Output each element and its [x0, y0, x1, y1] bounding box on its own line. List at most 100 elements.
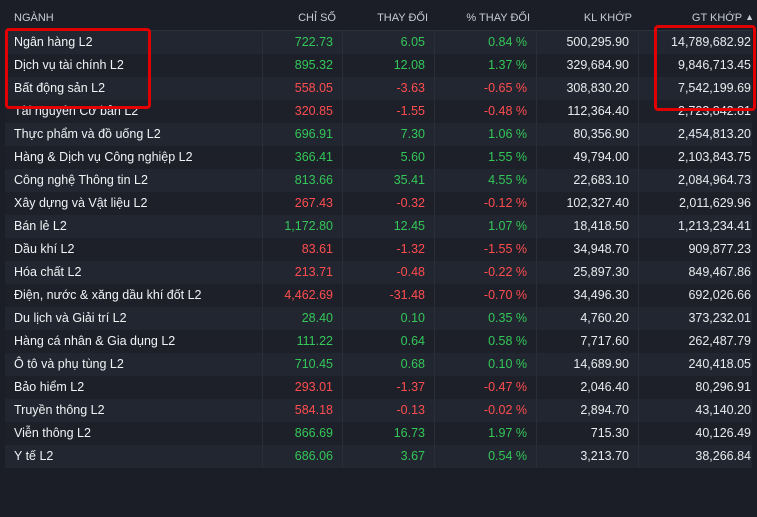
- cell-change: -0.48: [342, 261, 434, 284]
- cell-volume: 4,760.20: [536, 307, 638, 330]
- cell-volume: 25,897.30: [536, 261, 638, 284]
- cell-value: 40,126.49: [638, 422, 757, 445]
- cell-change: -0.13: [342, 399, 434, 422]
- table-row[interactable]: Bất động sản L2 558.05 -3.63 -0.65 % 308,830…: [5, 77, 752, 100]
- column-header-pct-change[interactable]: % THAY ĐỔI: [434, 12, 536, 24]
- cell-value: 14,789,682.92: [638, 31, 757, 54]
- cell-pct-change: -0.02 %: [434, 399, 536, 422]
- cell-value: 2,723,842.81: [638, 100, 757, 123]
- table-row[interactable]: Tài nguyên Cơ bản L2 320.85 -1.55 -0.48 % 11…: [5, 100, 752, 123]
- table-row[interactable]: Truyền thông L2 584.18 -0.13 -0.02 % 2,894.7…: [5, 399, 752, 422]
- cell-pct-change: 0.35 %: [434, 307, 536, 330]
- cell-index: 722.73: [262, 31, 342, 54]
- table-row[interactable]: Hóa chất L2 213.71 -0.48 -0.22 % 25,897.30 84…: [5, 261, 752, 284]
- cell-value: 373,232.01: [638, 307, 757, 330]
- cell-change: -31.48: [342, 284, 434, 307]
- column-header-sector[interactable]: NGÀNH: [5, 12, 262, 24]
- cell-volume: 2,894.70: [536, 399, 638, 422]
- cell-index: 83.61: [262, 238, 342, 261]
- cell-sector: Hàng & Dịch vụ Công nghiệp L2: [14, 150, 193, 164]
- cell-sector: Hàng cá nhân & Gia dụng L2: [14, 334, 176, 348]
- cell-change: 6.05: [342, 31, 434, 54]
- cell-value: 1,213,234.41: [638, 215, 757, 238]
- cell-pct-change: 1.55 %: [434, 146, 536, 169]
- cell-volume: 329,684.90: [536, 54, 638, 77]
- table-row[interactable]: Hàng & Dịch vụ Công nghiệp L2 366.41 5.60 1…: [5, 146, 752, 169]
- cell-sector: Thực phẩm và đồ uống L2: [14, 127, 161, 141]
- cell-sector: Dầu khí L2: [14, 242, 75, 256]
- cell-value: 240,418.05: [638, 353, 757, 376]
- cell-change: -1.37: [342, 376, 434, 399]
- cell-sector: Xây dựng và Vật liệu L2: [14, 196, 148, 210]
- table-row[interactable]: Công nghệ Thông tin L2 813.66 35.41 4.55 % 2…: [5, 169, 752, 192]
- cell-volume: 22,683.10: [536, 169, 638, 192]
- table-row[interactable]: Du lịch và Giải trí L2 28.40 0.10 0.35 % 4,7…: [5, 307, 752, 330]
- cell-pct-change: 0.54 %: [434, 445, 536, 468]
- cell-change: 12.45: [342, 215, 434, 238]
- cell-value: 2,084,964.73: [638, 169, 757, 192]
- cell-index: 320.85: [262, 100, 342, 123]
- cell-value: 9,846,713.45: [638, 54, 757, 77]
- cell-volume: 715.30: [536, 422, 638, 445]
- cell-index: 366.41: [262, 146, 342, 169]
- cell-value: 849,467.86: [638, 261, 757, 284]
- cell-volume: 18,418.50: [536, 215, 638, 238]
- cell-pct-change: -0.22 %: [434, 261, 536, 284]
- cell-volume: 7,717.60: [536, 330, 638, 353]
- cell-index: 267.43: [262, 192, 342, 215]
- table-row[interactable]: Viễn thông L2 866.69 16.73 1.97 % 715.30 40,1…: [5, 422, 752, 445]
- sort-icon[interactable]: ▲: [745, 12, 754, 22]
- cell-change: -3.63: [342, 77, 434, 100]
- cell-change: 16.73: [342, 422, 434, 445]
- table-row[interactable]: Hàng cá nhân & Gia dụng L2 111.22 0.64 0.58…: [5, 330, 752, 353]
- cell-index: 1,172.80: [262, 215, 342, 238]
- cell-sector: Điện, nước & xăng dầu khí đốt L2: [14, 288, 202, 302]
- table-row[interactable]: Y tế L2 686.06 3.67 0.54 % 3,213.70 38,266.84: [5, 445, 752, 468]
- cell-pct-change: -0.65 %: [434, 77, 536, 100]
- cell-value: 262,487.79: [638, 330, 757, 353]
- cell-index: 686.06: [262, 445, 342, 468]
- cell-sector: Tài nguyên Cơ bản L2: [14, 104, 139, 118]
- table-row[interactable]: Ô tô và phụ tùng L2 710.45 0.68 0.10 % 14,68…: [5, 353, 752, 376]
- cell-sector: Y tế L2: [14, 449, 54, 463]
- cell-value: 43,140.20: [638, 399, 757, 422]
- table-row[interactable]: Điện, nước & xăng dầu khí đốt L2 4,462.69…: [5, 284, 752, 307]
- cell-index: 28.40: [262, 307, 342, 330]
- table-row[interactable]: Bán lẻ L2 1,172.80 12.45 1.07 % 18,418.50 1,2…: [5, 215, 752, 238]
- table-row[interactable]: Dầu khí L2 83.61 -1.32 -1.55 % 34,948.70 909,…: [5, 238, 752, 261]
- table-row[interactable]: Xây dựng và Vật liệu L2 267.43 -0.32 -0.12 …: [5, 192, 752, 215]
- cell-index: 558.05: [262, 77, 342, 100]
- cell-sector: Ngân hàng L2: [14, 35, 93, 49]
- cell-pct-change: 1.07 %: [434, 215, 536, 238]
- cell-value: 2,011,629.96: [638, 192, 757, 215]
- cell-value: 38,266.84: [638, 445, 757, 468]
- cell-volume: 49,794.00: [536, 146, 638, 169]
- table-row[interactable]: Dịch vụ tài chính L2 895.32 12.08 1.37 % 329…: [5, 54, 752, 77]
- cell-pct-change: -0.70 %: [434, 284, 536, 307]
- cell-index: 4,462.69: [262, 284, 342, 307]
- cell-index: 584.18: [262, 399, 342, 422]
- cell-value: 80,296.91: [638, 376, 757, 399]
- table-row[interactable]: Ngân hàng L2 722.73 6.05 0.84 % 500,295.90 14…: [5, 31, 752, 54]
- cell-volume: 80,356.90: [536, 123, 638, 146]
- column-header-value-label: GT KHỚP: [691, 11, 743, 24]
- cell-volume: 34,948.70: [536, 238, 638, 261]
- cell-value: 692,026.66: [638, 284, 757, 307]
- cell-sector: Du lịch và Giải trí L2: [14, 311, 127, 325]
- cell-pct-change: 0.10 %: [434, 353, 536, 376]
- cell-pct-change: 0.58 %: [434, 330, 536, 353]
- cell-pct-change: 1.37 %: [434, 54, 536, 77]
- cell-pct-change: -1.55 %: [434, 238, 536, 261]
- cell-index: 895.32: [262, 54, 342, 77]
- cell-sector: Bất động sản L2: [14, 81, 106, 95]
- cell-sector: Công nghệ Thông tin L2: [14, 173, 148, 187]
- column-header-volume[interactable]: KL KHỚP: [536, 12, 638, 24]
- sector-index-table: NGÀNH CHỈ SỐ THAY ĐỔI % THAY ĐỔI KL KHỚP…: [5, 5, 754, 468]
- column-header-change[interactable]: THAY ĐỔI: [342, 12, 434, 24]
- column-header-value[interactable]: GT KHỚP ▲: [638, 12, 757, 24]
- cell-sector: Bán lẻ L2: [14, 219, 67, 233]
- table-row[interactable]: Thực phẩm và đồ uống L2 696.91 7.30 1.06 % 8…: [5, 123, 752, 146]
- cell-volume: 102,327.40: [536, 192, 638, 215]
- table-row[interactable]: Bảo hiểm L2 293.01 -1.37 -0.47 % 2,046.40 80,…: [5, 376, 752, 399]
- column-header-index[interactable]: CHỈ SỐ: [262, 12, 342, 24]
